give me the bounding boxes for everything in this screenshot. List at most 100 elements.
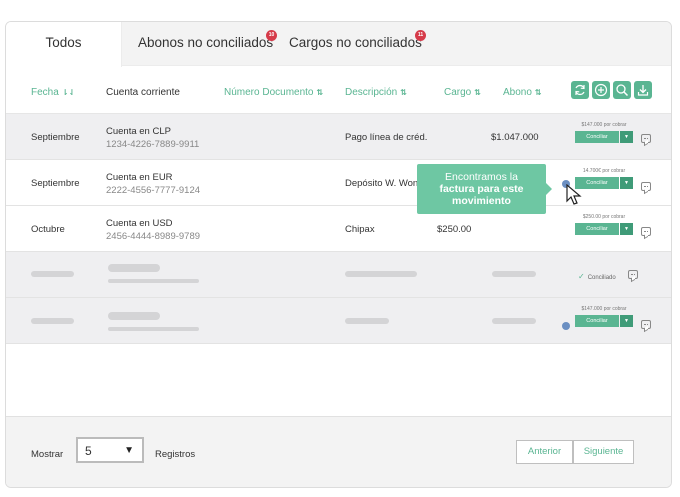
column-label: Cargo xyxy=(444,87,472,98)
conciliar-split-button: Conciliar ▼ xyxy=(575,131,633,143)
skeleton-bar xyxy=(31,318,74,324)
page-size-value: 5 xyxy=(85,444,92,458)
status-cell: $250.00 por cobrar Conciliar ▼ xyxy=(575,214,633,235)
chevron-down-icon[interactable]: ▼ xyxy=(620,131,633,143)
tooltip-line: Encontramos la xyxy=(445,171,518,183)
cargo-cell: $250.00 xyxy=(437,224,472,235)
description-cell: Pago línea de créd. xyxy=(345,132,428,143)
skeleton-bar xyxy=(108,264,160,272)
sort-icon: ⇅ xyxy=(400,88,407,97)
match-tooltip: Encontramos la factura para este movimie… xyxy=(417,164,552,214)
column-label: Descripción xyxy=(345,87,398,98)
date-cell: Octubre xyxy=(31,224,65,235)
download-icon[interactable] xyxy=(634,81,652,99)
chevron-down-icon[interactable]: ▼ xyxy=(620,223,633,235)
account-number: 2222-4556-7777-9124 xyxy=(106,185,201,196)
comment-icon[interactable] xyxy=(641,320,651,329)
sort-icon: ⇂⇃ xyxy=(61,88,76,97)
chevron-down-icon[interactable]: ▼ xyxy=(620,177,633,189)
date-cell: Septiembre xyxy=(31,132,80,143)
description-cell: Depósito W. Won xyxy=(345,178,419,189)
column-header-abono[interactable]: Abono ⇅ xyxy=(503,87,542,98)
skeleton-bar xyxy=(345,318,389,324)
tab-label: Todos xyxy=(45,35,82,50)
pending-note: $147.000 por cobrar xyxy=(581,122,627,128)
records-label: Registros xyxy=(155,449,196,460)
placeholder-row: ✓ Conciliado xyxy=(6,252,671,298)
status-cell: 14.700€ por cobrar Conciliar ▼ xyxy=(575,168,633,189)
column-header-fecha[interactable]: Fecha ⇂⇃ xyxy=(31,87,75,98)
column-header-cuenta: Cuenta corriente xyxy=(106,87,180,98)
tab-cargos-no-conciliados[interactable]: Cargos no conciliados 11 xyxy=(289,22,426,66)
account-number: 1234-4226-7889-9911 xyxy=(106,139,200,150)
account-name: Cuenta en EUR xyxy=(106,172,173,183)
account-cell: Cuenta en EUR 2222-4556-7777-9124 xyxy=(106,172,200,196)
tooltip-line: movimiento xyxy=(452,195,511,207)
chevron-down-icon: ▼ xyxy=(124,445,134,456)
comment-icon[interactable] xyxy=(641,227,651,236)
conciliar-split-button: Conciliar ▼ xyxy=(575,177,633,189)
tab-abonos-no-conciliados[interactable]: Abonos no conciliados 10 xyxy=(138,22,277,66)
conciliar-split-button: Conciliar ▼ xyxy=(575,223,633,235)
status-cell: $147.000 por cobrar Conciliar ▼ xyxy=(575,122,633,143)
page-size-select[interactable]: 5 ▼ xyxy=(76,437,144,463)
status-label: Conciliado xyxy=(587,275,616,281)
date-cell: Septiembre xyxy=(31,178,80,189)
table-header: Fecha ⇂⇃ Cuenta corriente Número Document… xyxy=(6,67,671,114)
account-name: Cuenta en CLP xyxy=(106,126,171,137)
search-icon[interactable] xyxy=(613,81,631,99)
tab-label: Cargos no conciliados xyxy=(289,35,422,50)
reconciled-status: ✓ Conciliado xyxy=(578,272,616,281)
tooltip-line: factura para este xyxy=(439,183,524,195)
skeleton-bar xyxy=(492,318,536,324)
placeholder-row: $147.000 por cobrar Conciliar ▼ xyxy=(6,298,671,344)
status-cell: $147.000 por cobrar Conciliar ▼ xyxy=(575,306,633,327)
comment-icon[interactable] xyxy=(628,270,638,279)
refresh-icon[interactable] xyxy=(571,81,589,99)
abono-cell: $1.047.000 xyxy=(491,132,539,143)
description-cell: Chipax xyxy=(345,224,375,235)
column-label: Cuenta corriente xyxy=(106,87,180,98)
conciliar-button[interactable]: Conciliar xyxy=(575,223,619,235)
pagination-footer: Mostrar 5 ▼ Registros Anterior Siguiente xyxy=(6,416,671,487)
info-icon[interactable] xyxy=(562,322,570,330)
skeleton-bar xyxy=(108,279,199,283)
pending-note: $147.000 por cobrar xyxy=(581,306,627,312)
conciliar-button[interactable]: Conciliar xyxy=(575,131,619,143)
comment-icon[interactable] xyxy=(641,134,651,143)
account-cell: Cuenta en USD 2456-4444-8989-9789 xyxy=(106,218,200,242)
previous-button[interactable]: Anterior xyxy=(516,440,573,464)
check-icon: ✓ xyxy=(578,272,585,281)
sort-icon: ⇅ xyxy=(474,88,481,97)
column-header-cargo[interactable]: Cargo ⇅ xyxy=(444,87,481,98)
reconciliation-panel: Todos Abonos no conciliados 10 Cargos no… xyxy=(5,21,672,488)
tab-bar: Todos Abonos no conciliados 10 Cargos no… xyxy=(6,22,671,67)
sort-icon: ⇅ xyxy=(316,88,324,97)
count-badge: 11 xyxy=(415,30,426,41)
account-number: 2456-4444-8989-9789 xyxy=(106,231,201,242)
skeleton-bar xyxy=(492,271,536,277)
conciliar-split-button: Conciliar ▼ xyxy=(575,315,633,327)
conciliar-button[interactable]: Conciliar xyxy=(575,315,619,327)
show-label: Mostrar xyxy=(31,449,64,460)
pending-note: $250.00 por cobrar xyxy=(582,214,626,220)
tab-label: Abonos no conciliados xyxy=(138,35,274,50)
comment-icon[interactable] xyxy=(641,182,651,191)
table-row[interactable]: Septiembre Cuenta en CLP 1234-4226-7889-9… xyxy=(6,114,671,160)
add-icon[interactable] xyxy=(592,81,610,99)
count-badge: 10 xyxy=(266,30,277,41)
skeleton-bar xyxy=(108,312,160,320)
column-label: Abono xyxy=(503,87,532,98)
tab-todos[interactable]: Todos xyxy=(6,22,122,67)
skeleton-bar xyxy=(108,327,199,331)
account-cell: Cuenta en CLP 1234-4226-7889-9911 xyxy=(106,126,199,150)
skeleton-bar xyxy=(345,271,417,277)
column-header-descripcion[interactable]: Descripción ⇅ xyxy=(345,87,407,98)
next-button[interactable]: Siguiente xyxy=(573,440,634,464)
column-label: Fecha xyxy=(31,87,59,98)
chevron-down-icon[interactable]: ▼ xyxy=(620,315,633,327)
mouse-pointer-icon xyxy=(566,184,582,205)
sort-icon: ⇅ xyxy=(534,88,542,97)
column-header-numero[interactable]: Número Documento ⇅ xyxy=(224,87,323,98)
table-row[interactable]: Octubre Cuenta en USD 2456-4444-8989-9789… xyxy=(6,206,671,252)
